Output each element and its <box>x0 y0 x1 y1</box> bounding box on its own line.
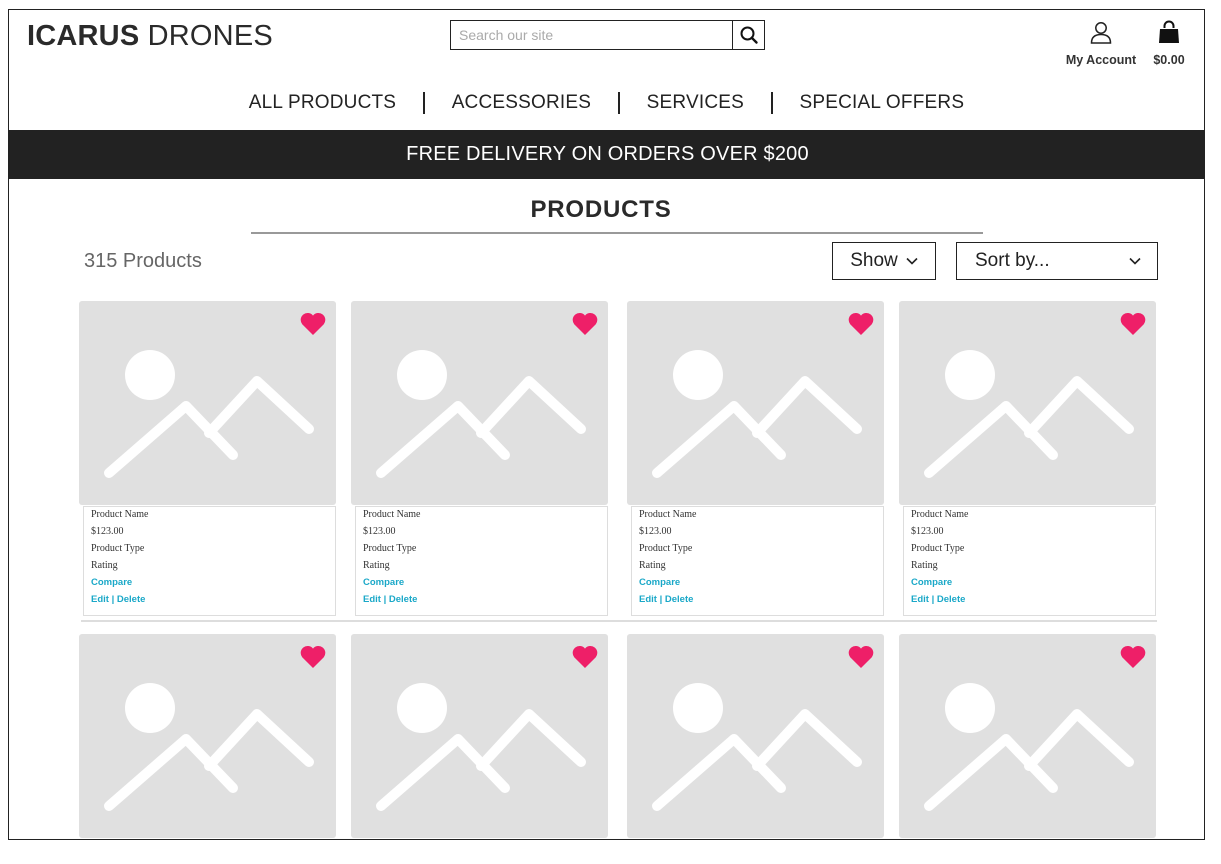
nav-accessories[interactable]: ACCESSORIES <box>425 92 618 114</box>
link-separator: | <box>928 594 937 605</box>
sort-dropdown[interactable]: Sort by... <box>956 242 1158 280</box>
image-placeholder-icon <box>376 350 586 478</box>
nav-special-offers[interactable]: SPECIAL OFFERS <box>773 92 992 114</box>
edit-link[interactable]: Edit <box>911 594 929 605</box>
product-name: Product Name <box>91 509 149 520</box>
product-image[interactable] <box>899 301 1156 505</box>
product-info: Product Name $123.00 Product Type Rating Com… <box>83 506 336 616</box>
product-type: Product Type <box>911 543 965 554</box>
image-placeholder-icon <box>924 683 1134 811</box>
user-icon <box>1090 22 1112 44</box>
image-placeholder-icon <box>652 350 862 478</box>
product-name: Product Name <box>639 509 697 520</box>
product-rating: Rating <box>91 560 118 571</box>
product-price: $123.00 <box>911 526 944 537</box>
product-info: Product Name $123.00 Product Type Rating Com… <box>355 506 608 616</box>
image-placeholder-icon <box>376 683 586 811</box>
title-divider <box>251 232 983 234</box>
logo-bold-text: ICARUS <box>27 20 140 52</box>
product-info: Product Name $123.00 Product Type Rating Com… <box>631 506 884 616</box>
heart-icon[interactable] <box>299 311 327 336</box>
page-frame: ICARUS DRONES My Account $0.00 ALL PRODU… <box>8 9 1205 840</box>
cart-total: $0.00 <box>1153 53 1185 67</box>
row-divider <box>81 620 1157 622</box>
cart-link[interactable]: $0.00 <box>1147 20 1191 67</box>
compare-link[interactable]: Compare <box>91 577 132 588</box>
compare-link[interactable]: Compare <box>639 577 680 588</box>
shopping-bag-icon <box>1159 20 1179 43</box>
product-count: 315 Products <box>84 250 202 272</box>
product-name: Product Name <box>363 509 421 520</box>
nav-all-products[interactable]: ALL PRODUCTS <box>222 92 423 114</box>
image-placeholder-icon <box>652 683 862 811</box>
link-separator: | <box>656 594 665 605</box>
product-image[interactable] <box>627 301 884 505</box>
image-placeholder-icon <box>104 683 314 811</box>
link-separator: | <box>108 594 117 605</box>
my-account-label: My Account <box>1065 53 1137 67</box>
search-icon <box>740 26 758 44</box>
nav-services[interactable]: SERVICES <box>620 92 771 114</box>
heart-icon[interactable] <box>847 311 875 336</box>
link-separator: | <box>380 594 389 605</box>
product-price: $123.00 <box>363 526 396 537</box>
product-image[interactable] <box>79 301 336 505</box>
image-placeholder-icon <box>104 350 314 478</box>
edit-link[interactable]: Edit <box>639 594 657 605</box>
edit-link[interactable]: Edit <box>363 594 381 605</box>
chevron-down-icon <box>1129 257 1141 265</box>
delete-link[interactable]: Delete <box>117 594 146 605</box>
delete-link[interactable]: Delete <box>389 594 418 605</box>
product-price: $123.00 <box>639 526 672 537</box>
product-rating: Rating <box>363 560 390 571</box>
product-price: $123.00 <box>91 526 124 537</box>
product-type: Product Type <box>91 543 145 554</box>
promo-banner: FREE DELIVERY ON ORDERS OVER $200 <box>9 130 1204 179</box>
product-rating: Rating <box>911 560 938 571</box>
search-box <box>450 20 765 50</box>
product-info: Product Name $123.00 Product Type Rating Com… <box>903 506 1156 616</box>
search-input[interactable] <box>451 21 732 49</box>
show-dropdown[interactable]: Show <box>832 242 936 280</box>
heart-icon[interactable] <box>847 644 875 669</box>
product-image[interactable] <box>627 634 884 838</box>
sort-dropdown-label: Sort by... <box>975 250 1050 271</box>
my-account-link[interactable]: My Account <box>1063 20 1139 67</box>
delete-link[interactable]: Delete <box>665 594 694 605</box>
page-title: PRODUCTS <box>530 196 672 223</box>
product-type: Product Type <box>363 543 417 554</box>
search-button[interactable] <box>732 21 764 49</box>
product-image[interactable] <box>79 634 336 838</box>
main-nav: ALL PRODUCTS ACCESSORIES SERVICES SPECIA… <box>9 92 1204 114</box>
compare-link[interactable]: Compare <box>911 577 952 588</box>
heart-icon[interactable] <box>299 644 327 669</box>
heart-icon[interactable] <box>571 311 599 336</box>
heart-icon[interactable] <box>1119 644 1147 669</box>
heart-icon[interactable] <box>571 644 599 669</box>
product-type: Product Type <box>639 543 693 554</box>
edit-link[interactable]: Edit <box>91 594 109 605</box>
product-rating: Rating <box>639 560 666 571</box>
show-dropdown-label: Show <box>850 250 898 271</box>
delete-link[interactable]: Delete <box>937 594 966 605</box>
compare-link[interactable]: Compare <box>363 577 404 588</box>
site-logo[interactable]: ICARUS DRONES <box>27 20 273 53</box>
product-name: Product Name <box>911 509 969 520</box>
product-image[interactable] <box>899 634 1156 838</box>
product-image[interactable] <box>351 301 608 505</box>
chevron-down-icon <box>906 257 918 265</box>
image-placeholder-icon <box>924 350 1134 478</box>
product-image[interactable] <box>351 634 608 838</box>
heart-icon[interactable] <box>1119 311 1147 336</box>
logo-light-text: DRONES <box>147 20 273 52</box>
